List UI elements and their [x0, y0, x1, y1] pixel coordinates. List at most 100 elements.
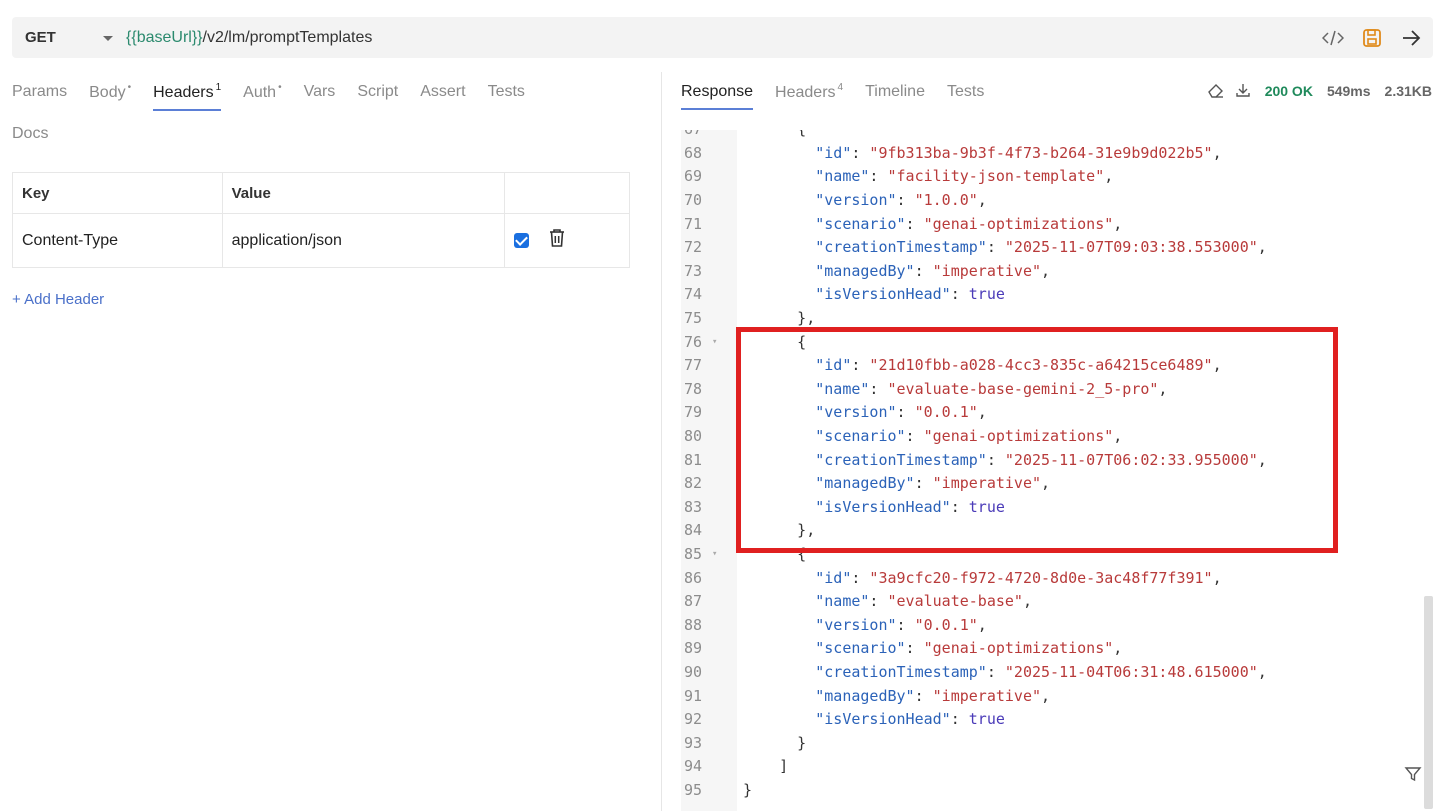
json-key: "id": [815, 143, 852, 162]
json-key: "version": [815, 191, 897, 209]
json-punct: ,: [1104, 167, 1114, 186]
code-text: "managedBy": "imperative",: [815, 472, 1050, 496]
json-punct: ,: [1158, 379, 1168, 398]
json-punct: },: [797, 521, 816, 540]
json-punct: {: [797, 130, 806, 138]
fold-toggle-icon[interactable]: ▾: [712, 543, 717, 567]
fold-toggle-icon[interactable]: ▾: [712, 331, 717, 355]
tab-response-headers[interactable]: Headers 4: [775, 82, 843, 104]
line-number: 73: [684, 261, 703, 280]
json-punct: ,: [1041, 474, 1051, 493]
json-string: "0.0.1": [914, 615, 978, 634]
header-key-cell[interactable]: Content-Type: [12, 213, 223, 268]
line-number: 83: [684, 497, 703, 516]
code-text: "name": "evaluate-base-gemini-2_5-pro",: [815, 378, 1167, 402]
json-punct: :: [869, 379, 888, 398]
line-number: 69: [684, 167, 703, 186]
header-value-cell[interactable]: application/json: [221, 213, 506, 268]
json-string: "genai-optimizations": [923, 214, 1114, 233]
json-punct: ,: [1212, 568, 1222, 587]
json-string: "genai-optimizations": [923, 427, 1114, 445]
column-header-key: Key: [12, 172, 223, 214]
json-punct: :: [905, 639, 924, 658]
code-line: 93}: [681, 732, 1424, 756]
code-text: }: [743, 779, 752, 803]
trash-icon[interactable]: [548, 228, 566, 253]
code-line: 88 "version": "0.0.1",: [681, 614, 1424, 638]
column-header-value: Value: [221, 172, 506, 214]
json-punct: ,: [1041, 686, 1051, 705]
line-number: 85: [684, 545, 703, 563]
panel-divider[interactable]: [661, 72, 662, 811]
tab-auth[interactable]: Auth •: [243, 82, 281, 104]
json-punct: :: [986, 450, 1005, 469]
table-header-row: Key Value: [12, 172, 630, 214]
response-meta: 200 OK 549ms 2.31KB: [1207, 80, 1432, 102]
method-selector[interactable]: GET: [25, 29, 85, 46]
code-line: 91 "managedBy": "imperative",: [681, 685, 1424, 709]
tab-tests[interactable]: Tests: [488, 83, 525, 103]
tab-response[interactable]: Response: [681, 83, 754, 110]
headers-table: Key Value Content-Type application/json: [12, 172, 630, 268]
code-text: ]: [779, 755, 788, 779]
json-punct: ,: [1212, 356, 1222, 375]
line-number: 81: [684, 450, 703, 469]
tab-vars[interactable]: Vars: [304, 83, 336, 103]
line-number: 90: [684, 663, 703, 681]
line-number: 79: [684, 403, 703, 422]
json-punct: ,: [1041, 261, 1051, 280]
json-key: "id": [815, 356, 852, 375]
code-text: "id": "3a9cfc20-f972-4720-8d0e-3ac48f77f…: [815, 567, 1221, 591]
json-punct: ,: [1257, 450, 1267, 469]
chevron-down-icon[interactable]: [103, 36, 113, 41]
tab-response-tests[interactable]: Tests: [947, 83, 984, 103]
code-text: "version": "1.0.0",: [815, 189, 987, 213]
tab-auth-badge: •: [278, 82, 282, 93]
code-text: },: [797, 519, 815, 543]
send-arrow-icon[interactable]: [1399, 26, 1423, 50]
response-tabs: Response Headers 4 Timeline Tests: [681, 76, 984, 110]
url-variable: {{baseUrl}}: [126, 28, 203, 46]
line-number: 93: [684, 733, 703, 752]
json-punct: :: [896, 191, 915, 209]
json-string: "imperative": [932, 261, 1042, 280]
json-punct: :: [896, 615, 915, 634]
url-input[interactable]: {{baseUrl}}/v2/lm/promptTemplates: [126, 29, 1321, 47]
json-punct: :: [950, 497, 969, 516]
json-key: "name": [815, 167, 870, 186]
code-line: 78 "name": "evaluate-base-gemini-2_5-pro"…: [681, 378, 1424, 402]
code-icon[interactable]: [1321, 26, 1345, 50]
tab-docs[interactable]: Docs: [12, 125, 48, 145]
line-number: 86: [684, 568, 703, 587]
code-line: 72 "creationTimestamp": "2025-11-07T09:03…: [681, 236, 1424, 260]
response-body-viewer[interactable]: 67 {68 "id": "9fb313ba-9b3f-4f73-b264-31e9…: [681, 130, 1424, 811]
tab-timeline[interactable]: Timeline: [865, 83, 925, 103]
download-icon[interactable]: [1235, 82, 1251, 101]
json-punct: :: [851, 356, 870, 375]
tab-body-badge: •: [127, 82, 132, 93]
json-punct: :: [869, 167, 888, 186]
tab-assert[interactable]: Assert: [420, 83, 465, 103]
json-punct: }: [743, 781, 753, 799]
tab-script[interactable]: Script: [357, 83, 398, 103]
json-punct: :: [914, 686, 933, 705]
filter-icon[interactable]: [1404, 765, 1422, 788]
json-key: "version": [815, 615, 897, 634]
tab-auth-label: Auth: [243, 84, 277, 101]
add-header-button[interactable]: + Add Header: [12, 291, 104, 308]
tab-params[interactable]: Params: [12, 83, 67, 103]
json-key: "scenario": [815, 427, 906, 445]
tab-body[interactable]: Body •: [89, 82, 131, 104]
enabled-checkbox[interactable]: [514, 233, 530, 248]
scrollbar[interactable]: [1424, 596, 1433, 809]
json-string: "2025-11-04T06:31:48.615000": [1004, 663, 1258, 681]
eraser-icon[interactable]: [1207, 82, 1225, 101]
code-text: "name": "facility-json-template",: [815, 165, 1113, 189]
code-text: "id": "21d10fbb-a028-4cc3-835c-a64215ce6…: [815, 354, 1221, 378]
json-punct: ,: [1022, 592, 1032, 611]
save-icon[interactable]: [1360, 26, 1384, 50]
line-number: 92: [684, 710, 703, 729]
code-line: 69 "name": "facility-json-template",: [681, 165, 1424, 189]
json-punct: :: [986, 663, 1005, 681]
tab-headers[interactable]: Headers 1: [153, 82, 222, 111]
